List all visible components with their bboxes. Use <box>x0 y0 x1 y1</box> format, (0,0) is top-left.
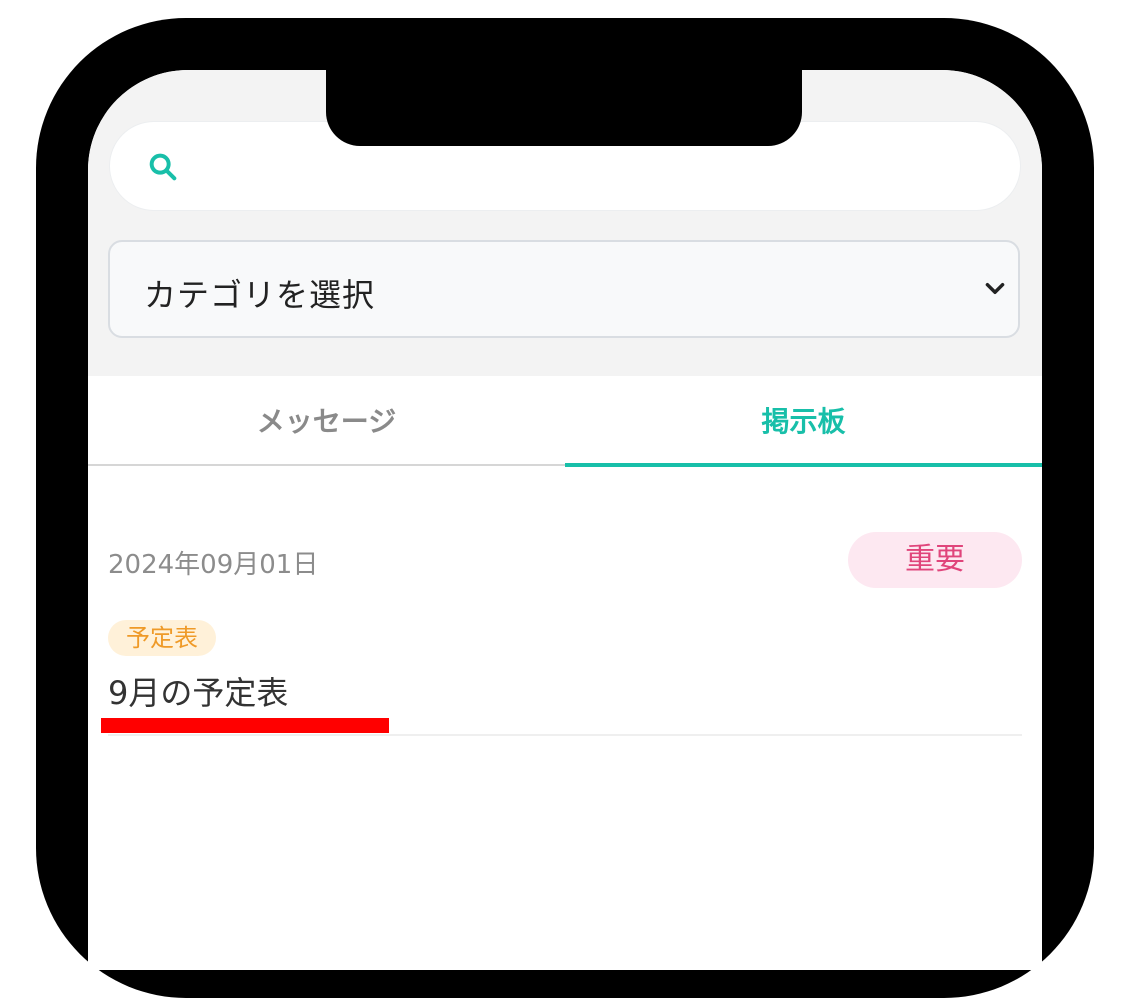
post-date: 2024年09月01日 <box>108 550 319 580</box>
tab-bar: メッセージ 掲示板 <box>88 376 1042 468</box>
tab-bulletin-board[interactable]: 掲示板 <box>565 376 1042 468</box>
phone-screen: カテゴリを選択 メッセージ 掲示板 2024年09月01日 重要 予定表 9月の… <box>88 70 1042 970</box>
chevron-down-icon <box>985 282 1005 294</box>
highlight-underline <box>101 718 389 733</box>
category-select[interactable]: カテゴリを選択 <box>108 240 1020 338</box>
important-badge: 重要 <box>848 532 1022 588</box>
search-icon[interactable] <box>146 150 180 184</box>
tab-messages[interactable]: メッセージ <box>88 376 565 468</box>
category-select-value: カテゴリを選択 <box>144 276 376 314</box>
phone-notch <box>326 56 802 146</box>
post-divider <box>108 734 1022 736</box>
post-title[interactable]: 9月の予定表 <box>108 668 288 714</box>
category-tag: 予定表 <box>108 620 216 656</box>
tab-active-indicator <box>565 463 1042 467</box>
